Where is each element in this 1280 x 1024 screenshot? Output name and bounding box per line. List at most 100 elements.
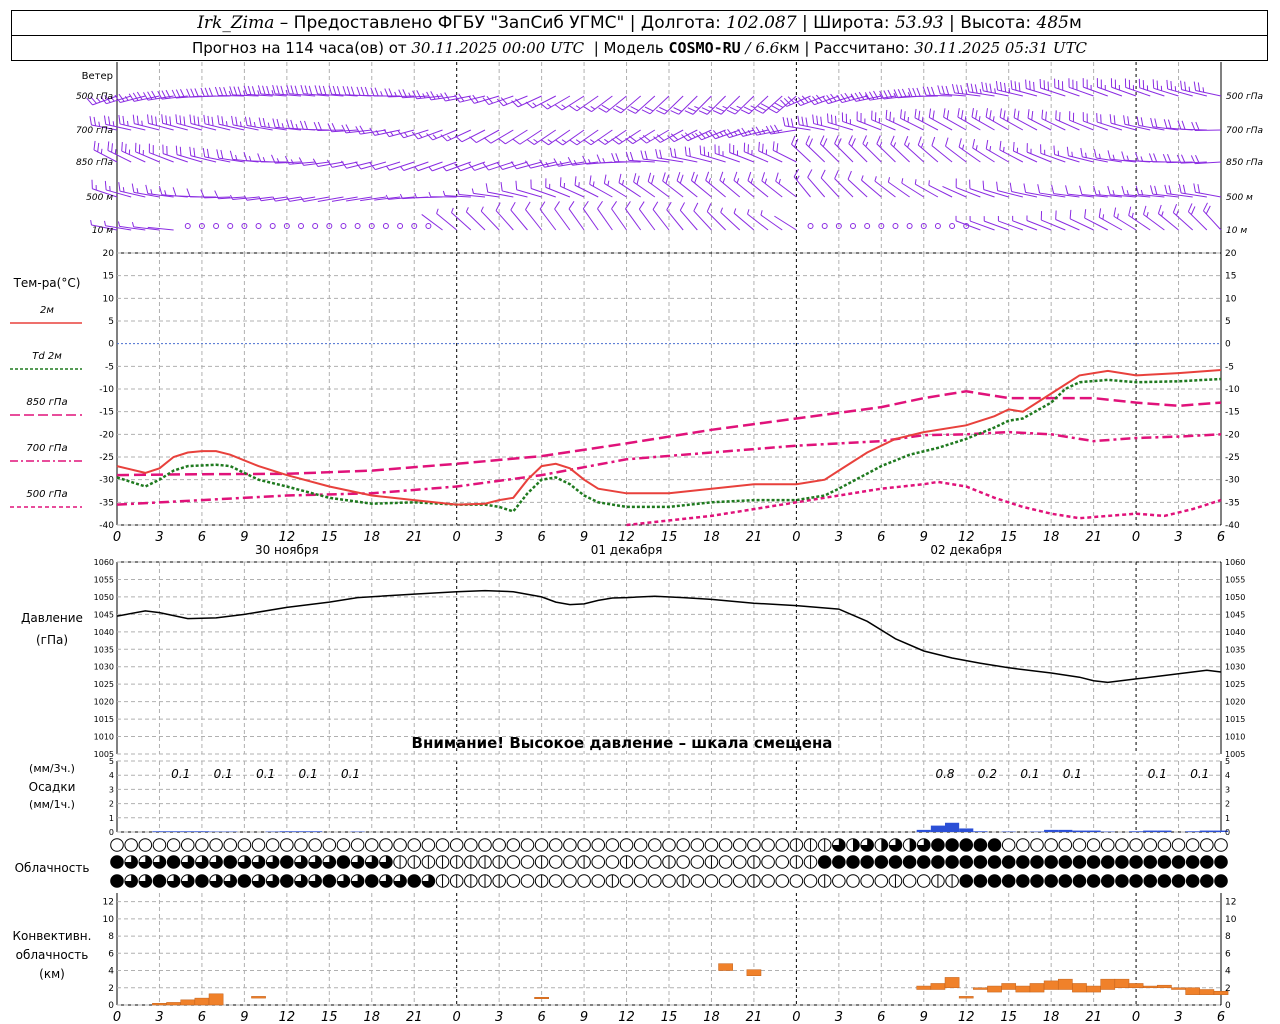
cloud-cover-symbol [435, 838, 450, 852]
wind-barb-feather [914, 108, 917, 118]
conv-cloud-bar [987, 985, 1002, 993]
cloud-cover-fill [875, 855, 888, 869]
wind-barb-feather [1127, 116, 1130, 126]
wind-barb-feather [1195, 121, 1200, 131]
wind-barb-staff [774, 215, 797, 231]
wind-barb-feather [847, 170, 852, 180]
cloud-cover-fill [110, 855, 124, 869]
wind-barb-feather [175, 89, 181, 98]
cloud-cover-symbol [492, 838, 506, 852]
wind-level-right: 700 гПа [1226, 126, 1263, 136]
wind-barb-feather [171, 89, 177, 99]
wind-barb-feather [189, 114, 192, 124]
pressure-ytick-right: 1055 [1225, 575, 1245, 584]
wind-barb-feather [805, 117, 808, 127]
hour-label-mid: 15 [321, 530, 338, 545]
cloud-cover-half [853, 838, 860, 852]
wind-barb-feather [820, 169, 826, 179]
wind-level-right: 500 м [1226, 193, 1253, 203]
wind-barb-feather [822, 138, 828, 147]
wind-barb-feather [808, 97, 815, 105]
precip-bar [152, 831, 167, 832]
hour-label-bottom: 12 [618, 1010, 635, 1024]
cloud-cover-symbol [704, 838, 719, 852]
temp-ytick-left: 15 [103, 272, 114, 282]
wind-barb-staff [984, 220, 1009, 231]
cloud-cover-symbol [251, 838, 266, 852]
wind-barb-feather [708, 178, 711, 184]
wind-barb-feather [432, 134, 437, 139]
wind-calm-symbol [213, 223, 220, 229]
wind-barb-feather [583, 139, 592, 146]
cloud-cover-symbol [662, 874, 676, 888]
precip-total-label: 0.8 [935, 767, 954, 781]
wind-barb-feather [1033, 81, 1035, 91]
wind-calm-symbol [864, 223, 871, 229]
wind-barb-staff [969, 220, 995, 231]
wind-barb-feather [836, 94, 843, 103]
wind-barb-feather [207, 115, 210, 125]
cloud-cover-fill [818, 855, 831, 869]
cloud-cover-fill [1044, 874, 1058, 888]
conv-cloud-bar [1001, 983, 1017, 990]
wind-barb-feather [1157, 204, 1162, 214]
wind-barb-feather [359, 125, 365, 134]
wind-barb-feather [374, 87, 379, 97]
pressure-ytick-right: 1040 [1225, 628, 1245, 637]
temp-ytick-right: 20 [1225, 249, 1237, 259]
cloud-cover-fill [167, 855, 180, 869]
wind-barb-feather [136, 115, 139, 125]
wind-barb-feather [290, 159, 294, 165]
cloud-cover-fill [974, 838, 987, 852]
hour-label-mid: 18 [703, 530, 720, 545]
hour-label-bottom: 21 [406, 1010, 423, 1024]
pressure-title: Давление [21, 611, 83, 625]
wind-barb-feather [994, 88, 996, 94]
wind-barb-feather [345, 124, 351, 133]
cloud-cover-fill [1016, 874, 1030, 888]
wind-barb-feather [597, 200, 603, 209]
cloud-cover-symbol [902, 874, 917, 888]
wind-barb-feather [966, 82, 970, 92]
hour-label-bottom: 3 [1174, 1010, 1182, 1024]
wind-barb-feather [440, 93, 446, 102]
wind-barb-feather [122, 187, 125, 193]
conv-cloud-bar [1043, 980, 1059, 990]
wind-barb-feather [457, 189, 460, 195]
wind-barb-feather [360, 86, 365, 96]
wind-level-left: 700 гПа [76, 126, 113, 136]
wind-barb-feather [539, 201, 546, 210]
hour-label-bottom: 21 [746, 1010, 763, 1024]
hour-label-bottom: 15 [321, 1010, 338, 1024]
conv-ytick-left: 6 [108, 949, 114, 959]
wind-calm-symbol [934, 223, 941, 229]
wind-barb-feather [554, 201, 560, 210]
precip-bar [1072, 830, 1087, 832]
wind-barb-feather [204, 87, 209, 97]
wind-barb-feather [598, 107, 607, 113]
wind-barb-staff [955, 220, 981, 231]
wind-barb-feather [992, 116, 995, 122]
wind-barb-staff [466, 211, 486, 231]
cloud-cover-symbol [619, 874, 634, 888]
wind-barb-staff [495, 210, 514, 231]
cloud-cover-symbol [322, 838, 337, 852]
wind-barb-feather [776, 143, 779, 153]
cloud-cover-fill [988, 874, 1001, 888]
wind-barb-feather [1112, 190, 1115, 196]
wind-barb-feather [525, 201, 531, 210]
temp-ytick-left: -5 [105, 362, 114, 372]
precip-ytick-left: 0 [109, 828, 114, 837]
wind-barb-feather [1051, 184, 1055, 194]
wind-barb-feather [258, 117, 262, 127]
wind-barb-feather [186, 188, 191, 198]
cloud-cover-fill [280, 855, 294, 869]
temp-ytick-left: -30 [99, 476, 114, 486]
cloud-cover-symbol [336, 838, 351, 852]
wind-barb-feather [193, 115, 196, 125]
wind-barb-feather [206, 148, 210, 158]
wind-barb-feather [673, 107, 682, 112]
wind-barb-feather [1065, 185, 1069, 195]
wind-level-left: 850 гПа [76, 158, 113, 168]
wind-level-left: 500 гПа [76, 92, 113, 102]
